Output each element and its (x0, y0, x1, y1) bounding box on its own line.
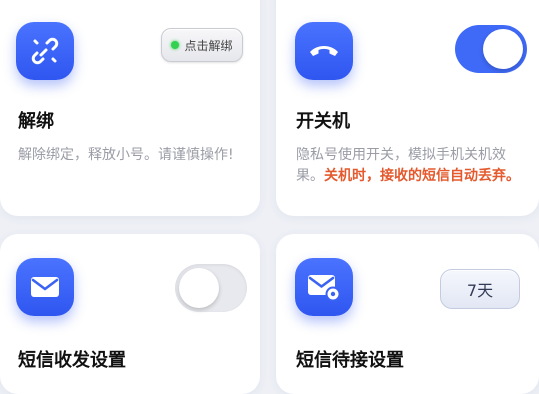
power-warning-text: 关机时，接收的短信自动丢弃。 (324, 168, 520, 184)
unbind-card: 点击解绑 解绑 解除绑定，释放小号。请谨慎操作! (0, 0, 260, 216)
sms-title: 短信收发设置 (18, 350, 126, 371)
unbind-description: 解除绑定，释放小号。请谨慎操作! (18, 147, 234, 163)
unbind-button-label: 点击解绑 (184, 38, 233, 53)
envelope-gear-icon (295, 258, 353, 316)
unbind-title: 解绑 (18, 111, 54, 132)
wait-card: 7天 短信待接设置 (276, 234, 539, 394)
power-toggle[interactable] (455, 25, 527, 73)
unbind-button[interactable]: 点击解绑 (161, 28, 243, 62)
status-dot (171, 41, 180, 49)
power-title: 开关机 (296, 111, 350, 132)
sms-card: 短信收发设置 (0, 234, 260, 394)
unlink-icon (16, 22, 74, 80)
sms-toggle-knob (179, 268, 219, 308)
sms-toggle[interactable] (175, 264, 247, 312)
envelope-icon (16, 258, 74, 316)
phone-hangup-icon (295, 22, 353, 80)
wait-days-button[interactable]: 7天 (440, 269, 520, 309)
power-card: 开关机 隐私号使用开关，模拟手机关机效果。关机时，接收的短信自动丢弃。 (276, 0, 539, 216)
wait-title: 短信待接设置 (296, 350, 404, 371)
wait-days-label: 7天 (466, 281, 494, 300)
power-toggle-knob (483, 29, 523, 69)
power-description: 隐私号使用开关，模拟手机关机效果。关机时，接收的短信自动丢弃。 (296, 145, 521, 187)
